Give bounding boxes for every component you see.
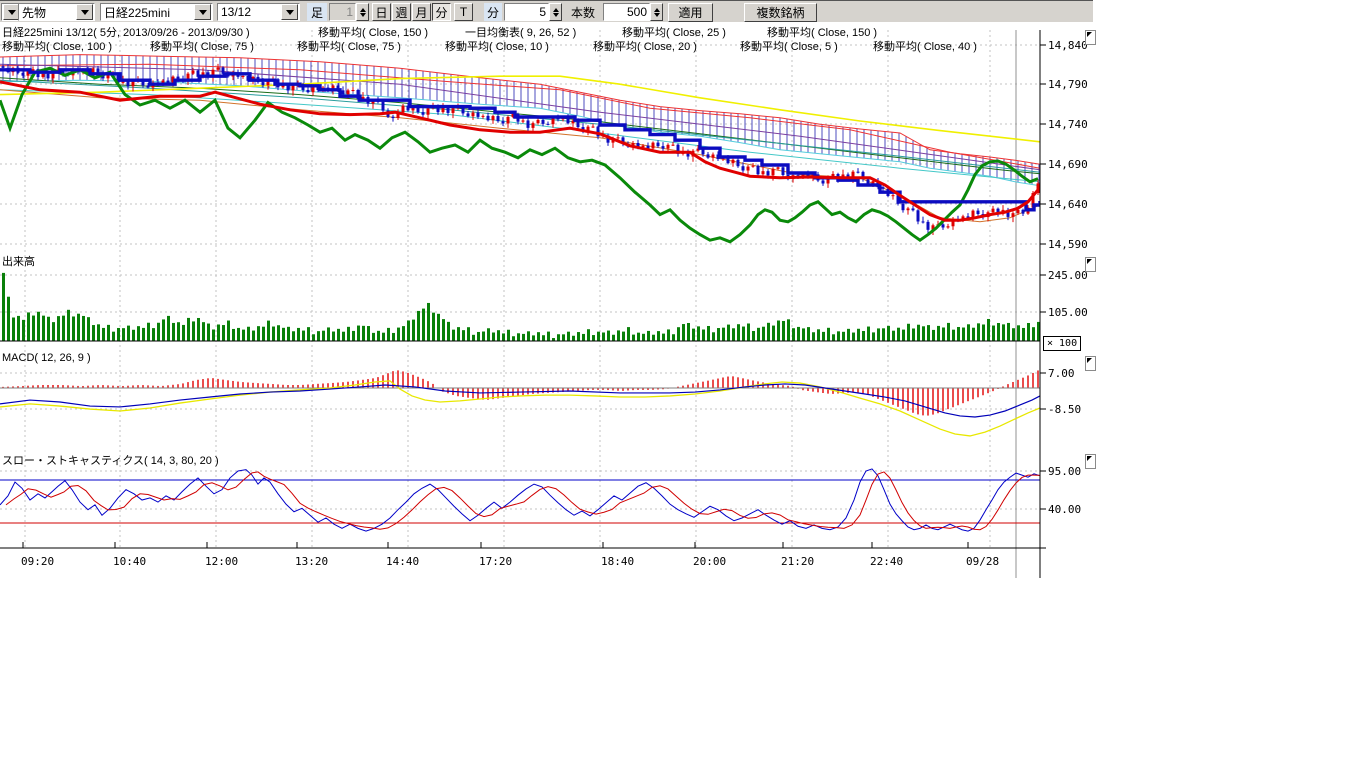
symbol-combo[interactable]: 日経225mini xyxy=(100,3,213,21)
svg-text:245.00: 245.00 xyxy=(1048,269,1088,282)
svg-text:18:40: 18:40 xyxy=(601,555,634,568)
svg-text:-8.50: -8.50 xyxy=(1048,403,1081,416)
period-tick-button[interactable]: T xyxy=(454,3,473,21)
panel-expand-icon[interactable] xyxy=(1085,30,1096,45)
minute-label: 分 xyxy=(484,3,502,21)
stochastics-panel-label: スロー・ストキャスティクス( 14, 3, 80, 20 ) xyxy=(2,452,219,468)
legend-item: 移動平均( Close, 75 ) xyxy=(297,38,401,54)
legend-item: 移動平均( Close, 5 ) xyxy=(740,38,838,54)
minute-value-spinner[interactable]: 5 xyxy=(504,3,562,21)
panel-expand-icon[interactable] xyxy=(1085,454,1096,469)
legend-item: 移動平均( Close, 75 ) xyxy=(150,38,254,54)
bar-count-label: 本数 xyxy=(566,3,600,21)
symbol-value: 日経225mini xyxy=(101,4,193,21)
chart-area[interactable]: 14,840 14,790 14,740 14,690 14,640 14,590 245.… xyxy=(0,0,1366,768)
multi-symbol-button[interactable]: 複数銘柄 xyxy=(744,3,817,22)
bar-interval-spinner: 1 xyxy=(329,3,369,21)
svg-text:95.00: 95.00 xyxy=(1048,465,1081,478)
svg-text:09/28: 09/28 xyxy=(966,555,999,568)
dropdown-arrow-icon[interactable] xyxy=(76,4,93,20)
panel-expand-icon[interactable] xyxy=(1085,356,1096,371)
period-day-button[interactable]: 日 xyxy=(372,3,391,21)
dropdown-arrow-icon[interactable] xyxy=(194,4,211,20)
svg-text:14,790: 14,790 xyxy=(1048,78,1088,91)
bar-interval-value: 1 xyxy=(329,3,356,21)
contract-month-combo[interactable]: 13/12 xyxy=(217,3,300,21)
spinner-arrows-icon[interactable] xyxy=(549,3,562,21)
period-week-button[interactable]: 週 xyxy=(392,3,411,21)
svg-text:12:00: 12:00 xyxy=(205,555,238,568)
dropdown-arrow-icon[interactable] xyxy=(281,4,298,20)
toolbar: 先物 日経225mini 13/12 足 1 日 週 月 分 T 分 5 本数 … xyxy=(0,0,1093,22)
svg-text:20:00: 20:00 xyxy=(693,555,726,568)
svg-text:14,740: 14,740 xyxy=(1048,118,1088,131)
instrument-type-combo[interactable]: 先物 xyxy=(18,3,95,21)
bar-count-value[interactable]: 500 xyxy=(603,3,650,21)
period-month-button[interactable]: 月 xyxy=(412,3,431,21)
svg-text:09:20: 09:20 xyxy=(21,555,54,568)
svg-text:17:20: 17:20 xyxy=(479,555,512,568)
legend-item: 移動平均( Close, 10 ) xyxy=(445,38,549,54)
svg-text:105.00: 105.00 xyxy=(1048,306,1088,319)
apply-button[interactable]: 適用 xyxy=(668,3,713,22)
svg-text:14,690: 14,690 xyxy=(1048,158,1088,171)
svg-text:14,840: 14,840 xyxy=(1048,39,1088,52)
contract-month-value: 13/12 xyxy=(218,5,280,19)
spinner-arrows-icon xyxy=(356,3,369,21)
svg-text:14:40: 14:40 xyxy=(386,555,419,568)
legend-item: 移動平均( Close, 40 ) xyxy=(873,38,977,54)
instrument-type-value: 先物 xyxy=(19,4,75,21)
period-minute-button[interactable]: 分 xyxy=(432,3,451,21)
legend-item: 移動平均( Close, 20 ) xyxy=(593,38,697,54)
svg-text:14,590: 14,590 xyxy=(1048,238,1088,251)
volume-panel-label: 出来高 xyxy=(2,253,35,269)
legend-item: 移動平均( Close, 100 ) xyxy=(2,38,112,54)
svg-text:14,640: 14,640 xyxy=(1048,198,1088,211)
svg-text:10:40: 10:40 xyxy=(113,555,146,568)
svg-text:40.00: 40.00 xyxy=(1048,503,1081,516)
svg-text:7.00: 7.00 xyxy=(1048,367,1075,380)
bar-count-spinner[interactable]: 500 xyxy=(603,3,663,21)
chart-canvas[interactable]: 14,840 14,790 14,740 14,690 14,640 14,590 245.… xyxy=(0,0,1366,768)
svg-text:22:40: 22:40 xyxy=(870,555,903,568)
bar-type-label: 足 xyxy=(307,3,327,21)
panel-expand-icon[interactable] xyxy=(1085,257,1096,272)
minute-value[interactable]: 5 xyxy=(504,3,549,21)
volume-multiplier-badge: × 100 xyxy=(1043,336,1081,351)
svg-text:21:20: 21:20 xyxy=(781,555,814,568)
svg-text:13:20: 13:20 xyxy=(295,555,328,568)
spinner-arrows-icon[interactable] xyxy=(650,3,663,21)
macd-panel-label: MACD( 12, 26, 9 ) xyxy=(2,352,91,364)
